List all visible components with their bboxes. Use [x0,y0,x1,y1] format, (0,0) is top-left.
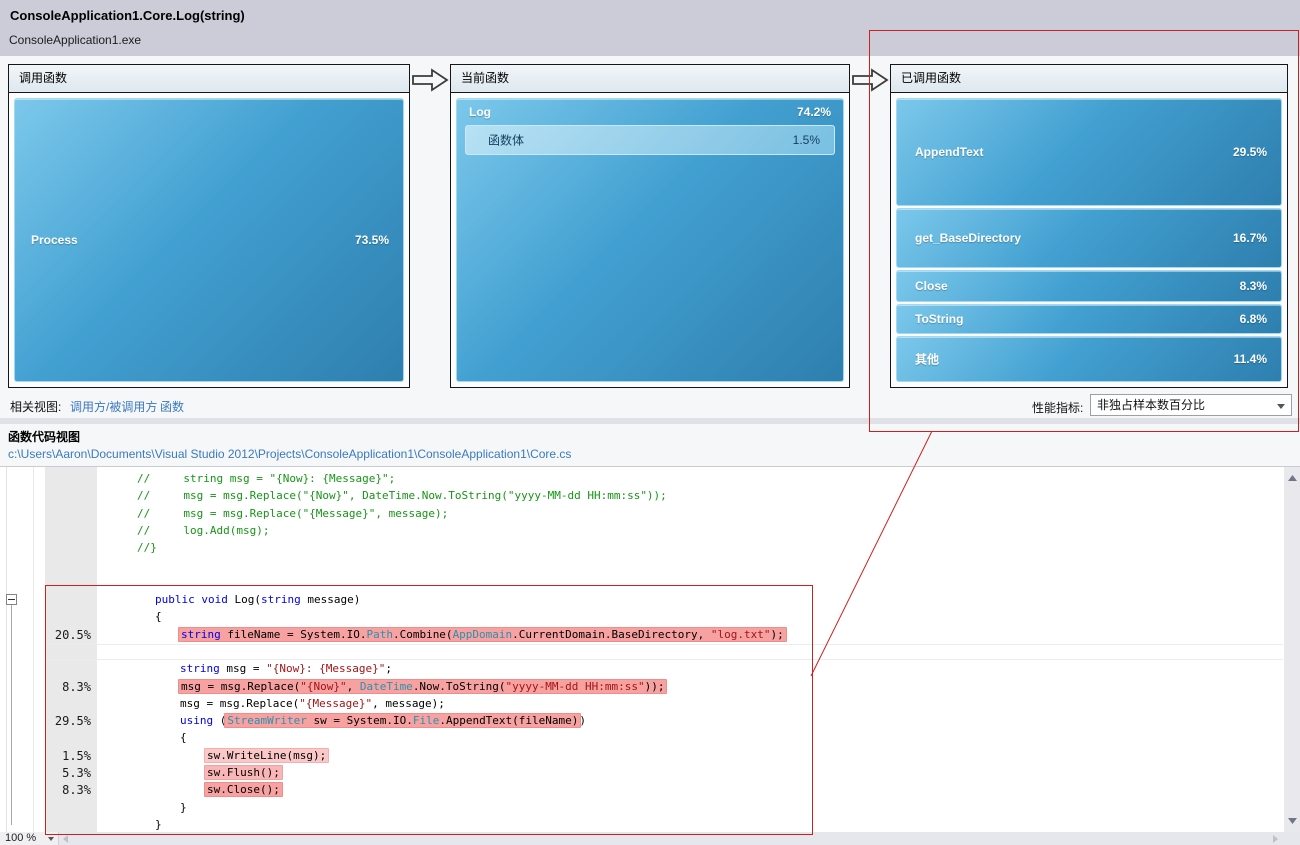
scroll-up-icon[interactable] [1288,475,1297,481]
hot-line-highlight: string fileName = System.IO.Path.Combine… [178,627,787,642]
called-function-box[interactable]: AppendText 29.5% [896,98,1282,206]
chevron-down-icon [48,837,54,841]
function-body-box[interactable]: 函数体 1.5% [465,125,835,155]
line-percentage: 20.5% [45,627,91,643]
code-line: msg = msg.Replace("{Message}", message); [0,696,1284,713]
code-line: 5.3% sw.Flush(); [0,765,1284,782]
called-function-box[interactable]: Close 8.3% [896,270,1282,302]
calling-function-pct: 73.5% [355,233,389,247]
called-function-label: ToString [915,312,963,326]
code-line: // msg = msg.Replace("{Now}", DateTime.N… [0,488,1284,505]
zoom-control[interactable]: 100 % [0,832,59,845]
code-line: } [0,800,1284,817]
code-line: 8.3% msg = msg.Replace("{Now}", DateTime.… [0,679,1284,696]
function-title: ConsoleApplication1.Core.Log(string) [10,8,245,23]
called-function-box[interactable]: get_BaseDirectory 16.7% [896,208,1282,268]
code-editor[interactable]: // string msg = "{Now}: {Message}";// ms… [0,467,1284,832]
line-percentage: 5.3% [45,765,91,781]
function-body-label: 函数体 [488,132,524,149]
line-percentage: 8.3% [45,782,91,798]
code-lines: // string msg = "{Now}: {Message}";// ms… [0,467,1284,832]
code-line: 1.5% sw.WriteLine(msg); [0,748,1284,765]
called-function-label: Close [915,279,948,293]
hot-line-highlight: msg = msg.Replace("{Now}", DateTime.Now.… [178,679,667,694]
code-line: public void Log(string message) [0,592,1284,609]
called-function-box[interactable]: ToString 6.8% [896,304,1282,334]
calling-functions-panel: 调用函数 Process 73.5% [8,64,410,388]
code-line: //} [0,540,1284,557]
called-function-pct: 29.5% [1233,145,1267,159]
code-line: 20.5% string fileName = System.IO.Path.Co… [0,627,1284,644]
chevron-down-icon [1277,404,1285,409]
code-line: // msg = msg.Replace("{Message}", messag… [0,506,1284,523]
hot-line-highlight: StreamWriter sw = System.IO.File.AppendT… [224,713,581,728]
related-view-functions-link[interactable]: 函数 [160,398,184,415]
called-function-label: 其他 [915,351,939,368]
metric-dropdown-value: 非独占样本数百分比 [1097,398,1205,412]
related-view-caller-callee-link[interactable]: 调用方/被调用方 [70,398,157,415]
hot-line-highlight: sw.Close(); [204,782,283,797]
vertical-scrollbar[interactable] [1284,467,1300,832]
flow-arrow-icon [412,68,449,92]
metric-label: 性能指标: [1032,399,1083,416]
related-views-label: 相关视图: [10,398,61,415]
code-line: 8.3% sw.Close(); [0,782,1284,799]
scroll-left-icon[interactable] [63,835,68,843]
zoom-level: 100 % [5,832,36,845]
line-percentage: 29.5% [45,713,91,729]
current-function-header: 当前函数 [451,65,849,93]
scroll-down-icon[interactable] [1288,818,1297,824]
horizontal-scrollbar[interactable] [0,832,1300,845]
calling-functions-body: Process 73.5% [9,93,409,387]
code-line: { [0,730,1284,747]
line-percentage: 1.5% [45,748,91,764]
called-functions-panel: 已调用函数 AppendText 29.5% get_BaseDirectory 16… [890,64,1288,388]
code-line [0,575,1284,592]
called-boxes: AppendText 29.5% get_BaseDirectory 16.7% Clo… [891,93,1287,387]
current-function-body: Log 74.2% 函数体 1.5% [451,93,849,387]
calling-function-box[interactable]: Process 73.5% [14,98,404,382]
code-line: // string msg = "{Now}: {Message}"; [0,471,1284,488]
metric-dropdown[interactable]: 非独占样本数百分比 [1090,394,1292,416]
current-function-label: Log [469,105,491,119]
called-function-pct: 16.7% [1233,231,1267,245]
section-splitter[interactable] [0,418,1300,424]
function-header: ConsoleApplication1.Core.Log(string) Con… [0,0,1300,56]
code-line [0,557,1284,574]
current-function-pct: 74.2% [797,105,831,119]
code-line: // log.Add(msg); [0,523,1284,540]
called-function-label: get_BaseDirectory [915,231,1021,245]
current-function-box[interactable]: Log 74.2% 函数体 1.5% [456,98,844,382]
code-file-path-link[interactable]: c:\Users\Aaron\Documents\Visual Studio 2… [8,447,571,461]
hot-line-highlight: sw.Flush(); [204,765,283,780]
called-function-box[interactable]: 其他 11.4% [896,336,1282,382]
code-line: string msg = "{Now}: {Message}"; [0,661,1284,678]
hot-line-highlight: sw.WriteLine(msg); [204,748,329,763]
current-function-panel: 当前函数 Log 74.2% 函数体 1.5% [450,64,850,388]
code-view-title: 函数代码视图 [8,428,80,445]
called-function-pct: 8.3% [1240,279,1267,293]
called-function-label: AppendText [915,145,983,159]
calling-function-label: Process [31,233,78,247]
calling-functions-header: 调用函数 [9,65,409,93]
called-function-pct: 6.8% [1240,312,1267,326]
function-body-pct: 1.5% [793,133,820,147]
flow-arrow-icon [852,68,889,92]
module-name: ConsoleApplication1.exe [9,33,141,47]
scroll-right-icon[interactable] [1273,835,1278,843]
code-separator-row [45,644,1283,660]
called-function-pct: 11.4% [1234,352,1267,366]
called-functions-header: 已调用函数 [891,65,1287,93]
line-percentage: 8.3% [45,679,91,695]
code-line: 29.5%using (StreamWriter sw = System.IO.… [0,713,1284,730]
code-line: { [0,609,1284,626]
